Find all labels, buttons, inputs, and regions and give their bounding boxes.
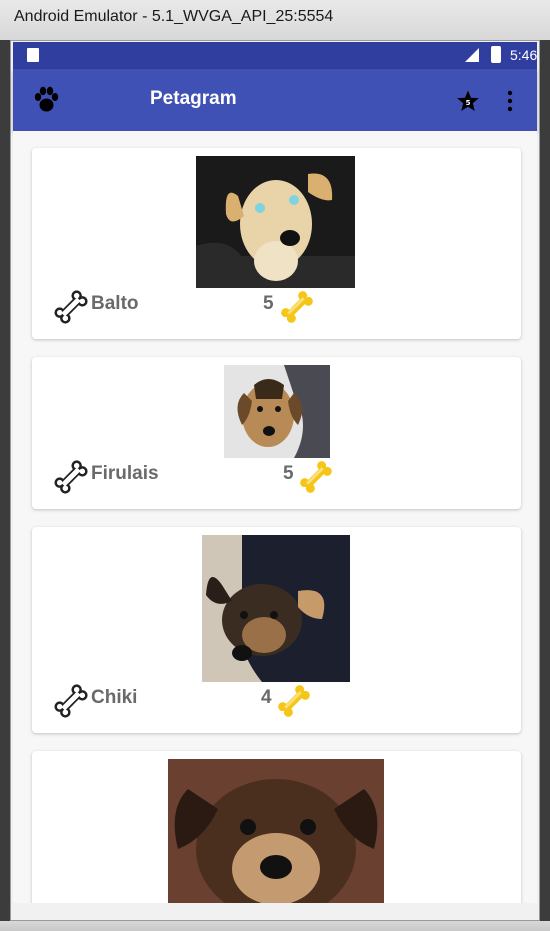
pet-photo bbox=[168, 759, 384, 903]
emulator-title-bar: Android Emulator - 5.1_WVGA_API_25:5554 bbox=[0, 0, 550, 40]
emulator-bottom-border bbox=[0, 921, 550, 931]
pet-photo bbox=[224, 365, 330, 458]
pet-card[interactable] bbox=[32, 751, 521, 903]
paw-icon[interactable] bbox=[33, 86, 59, 114]
bone-like-icon[interactable] bbox=[298, 459, 334, 495]
pet-card[interactable]: Firulais 5 bbox=[32, 357, 521, 509]
status-time: 5:46 bbox=[510, 47, 538, 63]
pet-likes: 5 bbox=[283, 463, 294, 484]
bone-outline-icon bbox=[53, 459, 89, 495]
pet-likes: 5 bbox=[263, 293, 274, 314]
pet-name: Balto bbox=[91, 293, 139, 314]
pet-photo bbox=[202, 535, 350, 682]
toolbar-title: Petagram bbox=[150, 88, 237, 109]
window-title: Android Emulator - 5.1_WVGA_API_25:5554 bbox=[14, 8, 334, 25]
signal-icon bbox=[465, 48, 479, 62]
bone-outline-icon bbox=[53, 289, 89, 325]
sd-card-icon bbox=[27, 48, 39, 62]
pet-card[interactable]: Balto 5 bbox=[32, 148, 521, 339]
pet-name: Firulais bbox=[91, 463, 159, 484]
pet-name: Chiki bbox=[91, 687, 138, 708]
svg-text:5: 5 bbox=[466, 99, 471, 107]
pet-card[interactable]: Chiki 4 bbox=[32, 527, 521, 733]
bone-outline-icon bbox=[53, 683, 89, 719]
pet-likes: 4 bbox=[261, 687, 272, 708]
battery-icon bbox=[491, 46, 501, 63]
bone-like-icon[interactable] bbox=[279, 289, 315, 325]
pet-photo bbox=[196, 156, 355, 288]
bone-like-icon[interactable] bbox=[276, 683, 312, 719]
app-toolbar: Petagram 5 bbox=[13, 69, 537, 131]
android-status-bar: 5:46 bbox=[13, 42, 537, 69]
star-icon[interactable]: 5 bbox=[456, 89, 480, 113]
more-vert-icon[interactable] bbox=[507, 89, 513, 113]
pet-list[interactable]: Balto 5 Firulais 5 Chiki 4 bbox=[13, 131, 537, 903]
